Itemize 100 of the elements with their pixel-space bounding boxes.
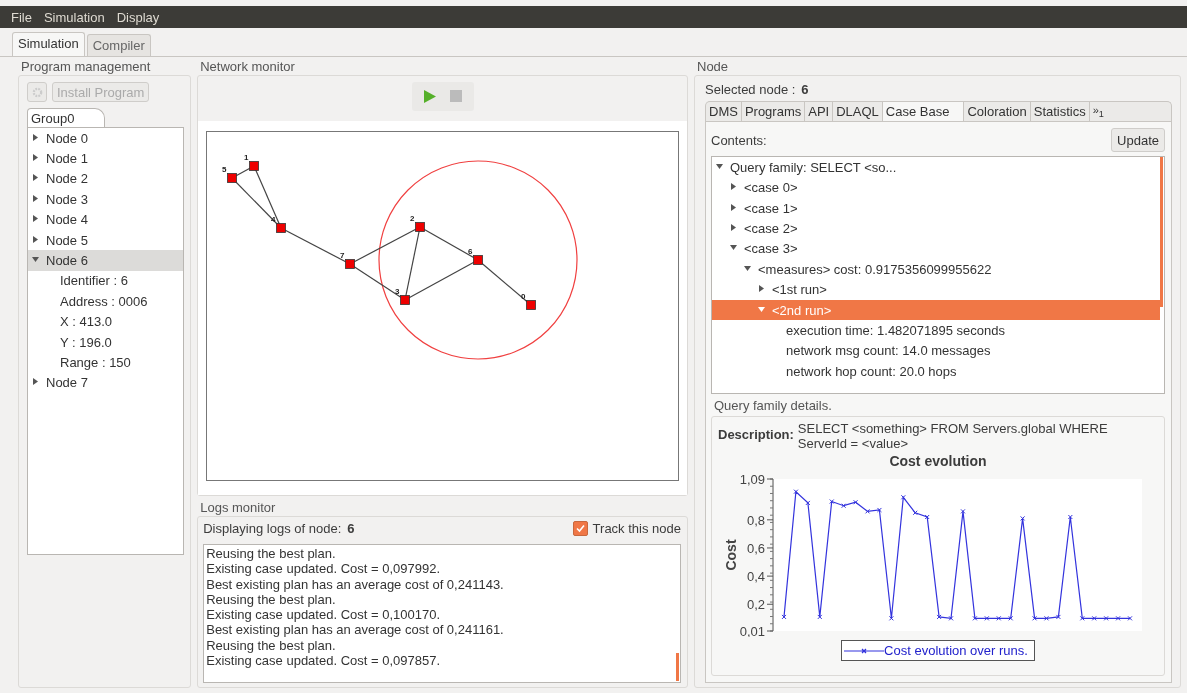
y-tick-label: 1,09 xyxy=(739,473,765,488)
tree-item[interactable]: Node 6 xyxy=(28,250,184,271)
tree-item[interactable]: <case 0> xyxy=(712,177,1160,198)
tree-item[interactable]: Node 2 xyxy=(28,168,184,190)
tab[interactable]: Compiler xyxy=(86,34,151,56)
expanded-arrow-icon xyxy=(716,162,723,170)
data-point xyxy=(1103,616,1109,621)
tree-item[interactable]: network msg count: 14.0 messages xyxy=(712,340,1160,362)
tree-item[interactable]: Node 4 xyxy=(28,209,184,230)
data-point xyxy=(876,507,882,513)
data-point xyxy=(781,614,787,620)
label: Selected node : xyxy=(705,82,796,97)
node-square[interactable] xyxy=(415,222,426,232)
node-square[interactable] xyxy=(473,255,484,265)
menu-item[interactable]: File xyxy=(6,9,37,25)
tree-item[interactable]: Query family: SELECT <so... xyxy=(712,157,1160,178)
tree-item[interactable]: Y : 196.0 xyxy=(28,331,184,353)
group-title: Logs monitor xyxy=(199,500,277,516)
tree-item[interactable]: <measures> cost: 0.9175356099955622 xyxy=(712,259,1160,280)
collapsed-arrow-icon xyxy=(758,285,765,293)
group-title: Query family details. xyxy=(713,398,833,415)
data-point xyxy=(1127,616,1133,621)
y-tick-label: 0,4 xyxy=(746,569,765,585)
data-point xyxy=(1032,616,1038,621)
data-point xyxy=(888,616,894,621)
data-point xyxy=(996,616,1002,621)
log-line: Existing case updated. Cost = 0,100170. xyxy=(206,607,441,623)
node-square[interactable] xyxy=(249,161,260,171)
description-label: Description: xyxy=(718,426,794,443)
data-point xyxy=(817,614,823,620)
gear-icon xyxy=(31,86,43,98)
group-title: Node xyxy=(696,59,730,75)
chart-title: Cost evolution xyxy=(888,453,988,470)
node-square[interactable] xyxy=(227,173,238,183)
data-point xyxy=(1020,516,1026,522)
tree-item[interactable]: Address : 0006 xyxy=(28,291,184,312)
log-line: Reusing the best plan. xyxy=(206,546,337,562)
label: Contents: xyxy=(711,132,767,148)
node-value: 6 xyxy=(347,521,355,536)
tree-item[interactable]: Node 0 xyxy=(28,128,184,149)
collapsed-arrow-icon xyxy=(730,183,737,191)
data-point xyxy=(1067,514,1073,520)
node-square[interactable] xyxy=(526,300,537,310)
tree-item[interactable]: network hop count: 20.0 hops xyxy=(712,361,1160,382)
tree-item[interactable]: Range : 150 xyxy=(28,352,184,373)
data-point xyxy=(853,499,859,505)
tree-item[interactable]: execution time: 1.482071895 seconds xyxy=(712,320,1160,341)
tree-item[interactable]: <1st run> xyxy=(712,279,1160,300)
update-button[interactable]: Update xyxy=(1111,128,1165,153)
collapsed-arrow-icon xyxy=(730,224,737,232)
tree-item[interactable]: Node 3 xyxy=(28,189,184,210)
group-tab[interactable]: Group0 xyxy=(27,108,106,127)
node-label: 7 xyxy=(340,251,345,260)
chart-legend: Cost evolution over runs. xyxy=(841,640,1035,662)
data-point xyxy=(936,614,942,620)
node-square[interactable] xyxy=(345,259,356,269)
expanded-arrow-icon xyxy=(744,264,751,272)
tab[interactable]: Case Base xyxy=(882,102,965,122)
node-square[interactable] xyxy=(400,295,411,305)
collapsed-arrow-icon xyxy=(32,378,39,386)
expanded-arrow-icon xyxy=(758,305,765,313)
tree-item[interactable]: <case 1> xyxy=(712,197,1160,219)
legend-line-icon xyxy=(844,646,885,655)
data-point xyxy=(1055,614,1061,620)
node-label: 3 xyxy=(395,287,400,296)
selected-node-value: 6 xyxy=(801,82,809,97)
collapsed-arrow-icon xyxy=(32,235,39,243)
y-axis-title: Cost xyxy=(723,539,739,571)
node-label: 5 xyxy=(222,165,227,174)
node-square[interactable] xyxy=(276,223,287,233)
collapsed-arrow-icon xyxy=(32,174,39,182)
tree-item[interactable]: Node 7 xyxy=(28,372,184,394)
log-line: Best existing plan has an average cost of 0,241143. xyxy=(206,576,505,592)
label: Displaying logs of node: xyxy=(203,521,342,536)
y-tick-label: 0,2 xyxy=(746,597,765,613)
data-point xyxy=(1079,616,1085,621)
node-label: 4 xyxy=(271,215,276,224)
menu-item[interactable]: Display xyxy=(111,9,165,25)
expanded-arrow-icon xyxy=(730,244,737,252)
data-point xyxy=(960,509,966,515)
checkbox[interactable] xyxy=(572,521,588,536)
data-point xyxy=(912,510,918,516)
y-tick-label: 0,6 xyxy=(746,541,765,557)
menu-item[interactable]: Simulation xyxy=(38,9,110,25)
data-point xyxy=(841,503,847,509)
tabs-overflow-button[interactable]: »$_{1}$ xyxy=(1089,102,1107,122)
tree-item[interactable]: X : 413.0 xyxy=(28,311,184,332)
expanded-arrow-icon xyxy=(32,256,39,264)
log-line: Existing case updated. Cost = 0,097857. xyxy=(206,653,441,669)
scrollbar-thumb xyxy=(676,653,679,681)
tree-item[interactable]: Node 5 xyxy=(28,229,184,251)
tree-item[interactable]: <case 2> xyxy=(712,218,1160,239)
tree-item[interactable]: <case 3> xyxy=(712,238,1160,260)
collapsed-arrow-icon xyxy=(32,194,39,202)
tab[interactable]: Simulation xyxy=(12,32,85,56)
tree-item[interactable]: Node 1 xyxy=(28,148,184,169)
data-point xyxy=(1044,616,1049,621)
data-point xyxy=(924,514,930,520)
tree-item[interactable]: Identifier : 6 xyxy=(28,270,184,292)
data-point xyxy=(972,616,978,621)
